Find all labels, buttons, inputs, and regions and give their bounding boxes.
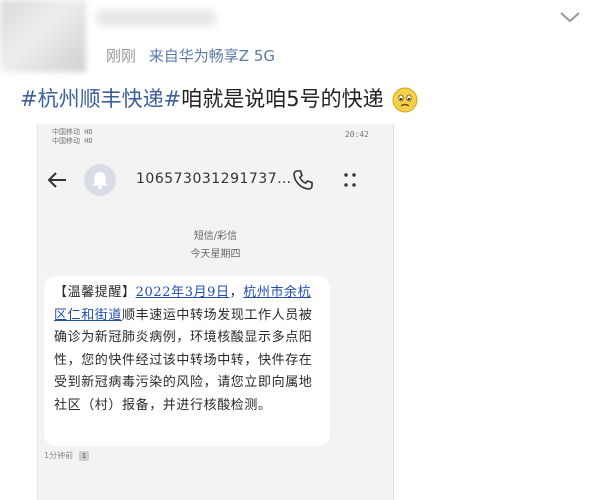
sad-face-emoji-icon [392,87,418,113]
hashtag-link[interactable]: #杭州顺丰快递# [20,87,181,111]
sms-message-text: 【温馨提醒】2022年3月9日，杭州市余杭区仁和街道顺丰速运中转场发现工作人员被… [54,282,324,417]
timestamp-text: 1分钟前 [44,451,74,460]
bell-avatar-icon [84,164,116,196]
sms-screenshot-image[interactable]: 中国移动 HD 中国移动 HD 20:42 106573031291737… 短… [37,124,394,500]
date-link[interactable]: 2022年3月9日 [136,285,230,300]
message-prefix: 【温馨提醒】 [54,285,136,300]
carrier-2: 中国移动 HD [52,137,93,145]
post-source[interactable]: 来自华为畅享Z 5G [149,47,275,65]
post-meta: 刚刚 来自华为畅享Z 5G [106,45,275,66]
chevron-down-icon[interactable] [558,8,582,26]
status-time: 20:42 [344,130,369,139]
message-body: 顺丰速运中转场发现工作人员被确诊为新冠肺炎病例，环境核酸显示多点阳性，您的快件经… [54,307,313,413]
phone-call-icon [293,170,313,190]
message-timestamp: 1分钟前 1 [44,450,90,461]
carrier-1: 中国移动 HD [52,128,93,136]
day-label: 今天星期四 [190,249,241,260]
more-dots-icon [344,173,356,187]
post-text: #杭州顺丰快递#咱就是说咱5号的快递 [20,83,418,113]
sim-badge: 1 [79,451,90,461]
message-sep: ， [229,285,244,300]
avatar[interactable] [0,0,86,72]
post-time: 刚刚 [106,47,137,65]
channel-label: 短信/彩信 [193,231,238,242]
back-arrow-icon [47,172,66,188]
username-blurred [96,10,216,26]
sender-number: 106573031291737… [136,171,292,187]
sms-message-bubble: 【温馨提醒】2022年3月9日，杭州市余杭区仁和街道顺丰速运中转场发现工作人员被… [44,276,330,446]
sms-header: 106573031291737… [38,160,393,200]
phone-status-bar: 中国移动 HD 中国移动 HD 20:42 [38,124,393,150]
post-body: 咱就是说咱5号的快递 [181,87,384,111]
